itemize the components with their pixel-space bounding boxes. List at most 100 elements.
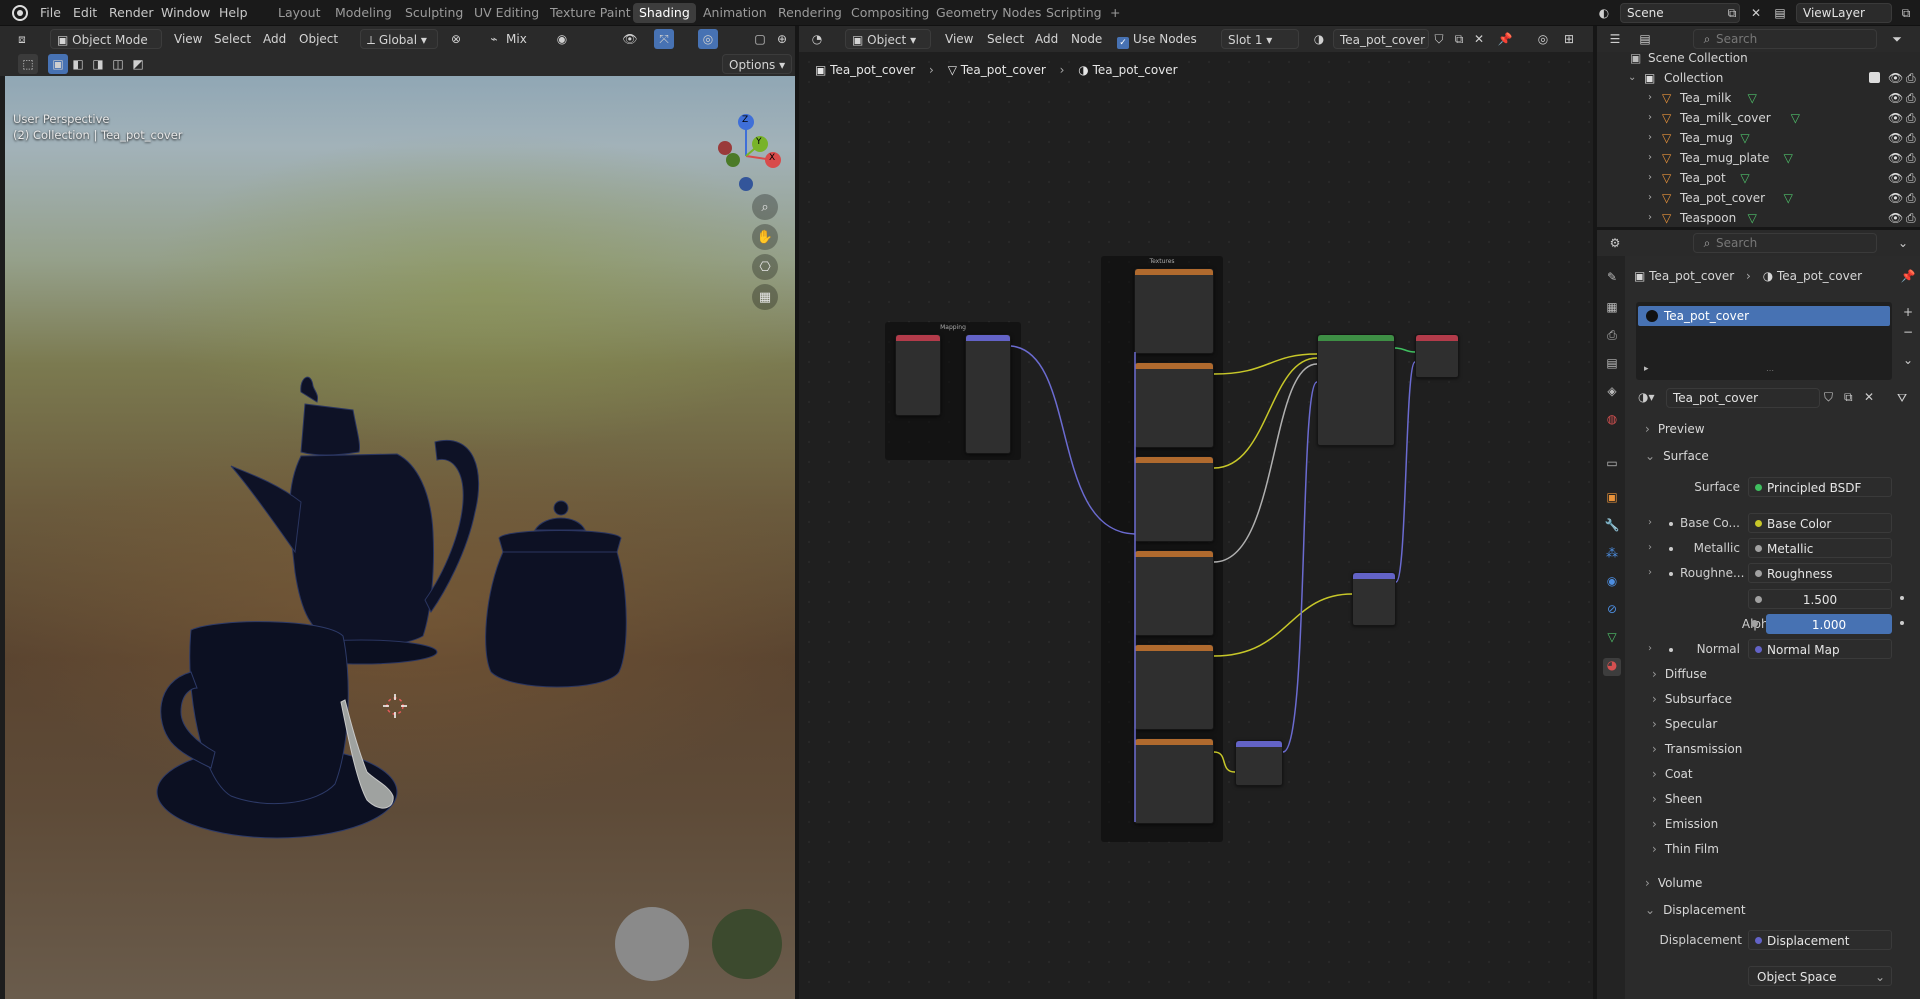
- material-slot-item[interactable]: Tea_pot_cover: [1638, 306, 1890, 326]
- chevron-right-icon[interactable]: ›: [1648, 88, 1652, 108]
- menu-file[interactable]: File: [34, 3, 67, 23]
- tab-rendering[interactable]: Rendering: [772, 3, 848, 23]
- properties-material-name-field[interactable]: Tea_pot_cover: [1666, 388, 1820, 408]
- unlink-material-icon[interactable]: ✕: [1469, 29, 1489, 49]
- surface-row-field[interactable]: Metallic: [1748, 538, 1892, 558]
- material-name-field[interactable]: Tea_pot_cover: [1333, 29, 1429, 49]
- camera-icon[interactable]: ⎙: [1906, 128, 1916, 148]
- subpanel-coat[interactable]: › Coat: [1652, 767, 1693, 781]
- view-layer-selector[interactable]: ViewLayer: [1796, 3, 1892, 23]
- mesh-data-icon[interactable]: ▽: [1740, 168, 1749, 188]
- node-menu-view[interactable]: View: [939, 29, 979, 49]
- link-data-icon[interactable]: ⛛: [1892, 388, 1912, 408]
- tab-scripting[interactable]: Scripting: [1040, 3, 1108, 23]
- use-nodes-toggle[interactable]: ✓ Use Nodes: [1111, 29, 1203, 49]
- eye-icon[interactable]: 👁: [1888, 188, 1903, 208]
- mesh-data-icon[interactable]: ▽: [1740, 128, 1749, 148]
- viewport-menu-object[interactable]: Object: [293, 29, 344, 49]
- visibility-icon[interactable]: 👁: [620, 29, 640, 49]
- node-menu-node[interactable]: Node: [1065, 29, 1108, 49]
- chevron-right-icon[interactable]: ›: [1648, 148, 1652, 168]
- outliner-item[interactable]: › ▽ Tea_mug_plate 👁 ⎙ ▽: [1624, 148, 1920, 168]
- eye-icon[interactable]: 👁: [1888, 68, 1903, 88]
- fake-user-shield-icon[interactable]: ⛉: [1429, 29, 1449, 49]
- chevron-right-icon[interactable]: ›: [1648, 567, 1652, 578]
- subpanel-specular[interactable]: › Specular: [1652, 717, 1717, 731]
- surface-row-field[interactable]: Roughness: [1748, 563, 1892, 583]
- keyframe-dot-icon[interactable]: [1900, 596, 1904, 600]
- surface-row-field[interactable]: Principled BSDF: [1748, 477, 1892, 497]
- node-menu-add[interactable]: Add: [1029, 29, 1064, 49]
- outliner-item[interactable]: › ▽ Tea_pot 👁 ⎙ ▽: [1624, 168, 1920, 188]
- render-tab-icon[interactable]: ▦: [1603, 300, 1621, 318]
- material-tab-icon[interactable]: ◕: [1603, 658, 1621, 676]
- proportional-edit-icon[interactable]: ◉: [552, 29, 572, 49]
- object-tab-icon[interactable]: ▣: [1603, 490, 1621, 508]
- 3d-viewport[interactable]: Z X Y User Perspective (2) Collection | …: [0, 26, 795, 999]
- keyframe-dot-icon[interactable]: [1900, 621, 1904, 625]
- new-view-layer-icon[interactable]: ⧉: [1896, 3, 1916, 23]
- constraints-tab-icon[interactable]: ⊘: [1603, 602, 1621, 620]
- outliner-search-input[interactable]: Search: [1693, 29, 1877, 49]
- viewport-canvas[interactable]: Z X Y User Perspective (2) Collection | …: [5, 52, 795, 999]
- node-canvas[interactable]: ▣ Tea_pot_cover › ▽ Tea_pot_cover › ◑ Te…: [799, 52, 1593, 999]
- outliner-scene-collection[interactable]: ▣ Scene Collection: [1624, 48, 1920, 68]
- section-volume[interactable]: › Volume: [1645, 876, 1702, 890]
- xray-icon[interactable]: ▢: [750, 29, 770, 49]
- unlink-material-icon[interactable]: ✕: [1864, 390, 1874, 404]
- camera-view-icon[interactable]: ⎔: [752, 254, 778, 280]
- camera-icon[interactable]: ⎙: [1906, 168, 1916, 188]
- node-base-color-texture[interactable]: [1134, 362, 1214, 448]
- tab-compositing[interactable]: Compositing: [845, 3, 935, 23]
- ortho-grid-icon[interactable]: ▦: [752, 284, 778, 310]
- chevron-right-icon[interactable]: ›: [1648, 168, 1652, 188]
- options-dropdown[interactable]: Options ▾: [722, 54, 793, 74]
- outliner-item[interactable]: › ▽ Tea_milk_cover 👁 ⎙ ▽: [1624, 108, 1920, 128]
- chevron-right-icon[interactable]: ›: [1648, 208, 1652, 228]
- select-intersect-icon[interactable]: ◩: [128, 54, 148, 74]
- camera-icon[interactable]: ⎙: [1906, 188, 1916, 208]
- camera-icon[interactable]: ⎙: [1906, 148, 1916, 168]
- node-principled-bsdf[interactable]: [1317, 334, 1395, 446]
- data-tab-icon[interactable]: ▽: [1603, 630, 1621, 648]
- subpanel-emission[interactable]: › Emission: [1652, 817, 1718, 831]
- eye-icon[interactable]: 👁: [1888, 168, 1903, 188]
- shader-node-editor[interactable]: ▣ Tea_pot_cover › ▽ Tea_pot_cover › ◑ Te…: [799, 26, 1593, 999]
- mesh-data-icon[interactable]: ▽: [1748, 208, 1757, 228]
- shader-type-dropdown[interactable]: ▣ Object ▾: [845, 29, 931, 49]
- menu-render[interactable]: Render: [103, 3, 160, 23]
- mesh-data-icon[interactable]: ▽: [1784, 148, 1793, 168]
- chevron-right-icon[interactable]: ›: [1648, 542, 1652, 553]
- pin-icon[interactable]: 📌: [1898, 266, 1918, 286]
- select-tool-icon[interactable]: ⬚: [18, 54, 38, 74]
- chevron-down-icon[interactable]: ⌄: [1893, 233, 1913, 253]
- node-normal-texture[interactable]: [1134, 738, 1214, 824]
- eye-icon[interactable]: 👁: [1888, 128, 1903, 148]
- mode-selector[interactable]: ▣ Object Mode ▾: [50, 29, 162, 67]
- filter-icon[interactable]: ⏷: [1887, 29, 1907, 49]
- tool-tab-icon[interactable]: ✎: [1603, 270, 1621, 288]
- mesh-data-icon[interactable]: ▽: [1748, 88, 1757, 108]
- checkbox-icon[interactable]: ✓: [1117, 37, 1129, 49]
- node-ambient-occlusion-texture[interactable]: [1134, 268, 1214, 354]
- menu-edit[interactable]: Edit: [67, 3, 103, 23]
- pin-icon[interactable]: 📌: [1495, 29, 1515, 49]
- gizmo-z-label[interactable]: Z: [742, 115, 748, 125]
- world-tab-icon[interactable]: ◍: [1603, 412, 1621, 430]
- tab-layout[interactable]: Layout: [272, 3, 327, 23]
- mesh-data-icon[interactable]: ▽: [1791, 108, 1800, 128]
- duplicate-material-icon[interactable]: ⧉: [1449, 29, 1469, 49]
- properties-search-input[interactable]: Search: [1693, 233, 1877, 253]
- exclude-checkbox-icon[interactable]: [1869, 72, 1880, 83]
- display-mode-icon[interactable]: ▤: [1635, 29, 1655, 49]
- mesh-data-icon[interactable]: ▽: [1784, 188, 1793, 208]
- slot-specials-icon[interactable]: ⌄: [1898, 350, 1918, 370]
- editor-type-icon[interactable]: ◔: [807, 29, 827, 49]
- shading-wireframe-icon[interactable]: ⊕: [772, 29, 792, 49]
- outliner-item[interactable]: › ▽ Teaspoon 👁 ⎙ ▽: [1624, 208, 1920, 228]
- tab-animation[interactable]: Animation: [697, 3, 773, 23]
- outliner-item[interactable]: › ▽ Tea_pot_cover 👁 ⎙ ▽: [1624, 188, 1920, 208]
- chevron-right-icon[interactable]: ›: [1648, 643, 1652, 654]
- tab-modeling[interactable]: Modeling: [329, 3, 398, 23]
- camera-icon[interactable]: ⎙: [1906, 208, 1916, 228]
